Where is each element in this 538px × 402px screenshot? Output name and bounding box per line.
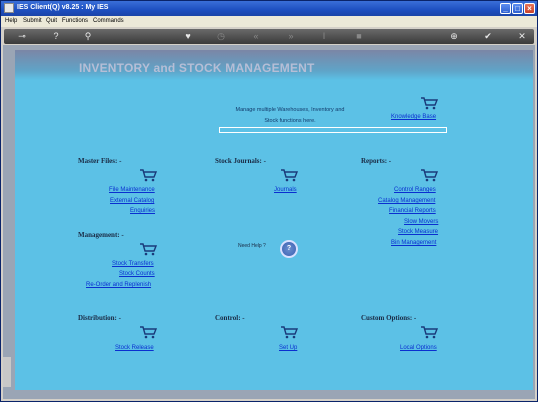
menu-help[interactable]: Help [5,18,17,24]
key-icon[interactable]: ⊸ [12,31,32,42]
title-bar[interactable]: IES Client(Q) v8.25 : My IES _ □ × [1,1,537,16]
stop-icon[interactable]: ■ [353,31,365,42]
section-title-custom-options: Custom Options: - [361,314,417,322]
banner: INVENTORY and STOCK MANAGEMENT [15,50,533,80]
add-icon[interactable]: ⊕ [448,31,460,42]
link-external-catalog[interactable]: External Catalog [110,198,154,204]
side-strip [3,357,11,387]
need-help-label: Need Help ? [238,243,266,249]
intro-line-1: Manage multiple Warehouses, Inventory an… [235,107,345,113]
link-enquiries[interactable]: Enquiries [130,208,155,214]
section-title-distribution: Distribution: - [78,314,121,322]
section-title-reports: Reports: - [361,157,392,165]
menu-bar: Help Submit Quit Functions Commands [1,16,537,27]
link-catalog-management[interactable]: Catalog Management [378,198,435,204]
link-financial-reports[interactable]: Financial Reports [389,208,436,214]
main-panel: INVENTORY and STOCK MANAGEMENT Manage mu… [15,50,533,390]
progress-bar [219,127,447,133]
section-title-master-files: Master Files: - [78,157,122,165]
rewind-icon[interactable]: « [250,31,262,42]
help-icon[interactable]: ? [280,240,298,258]
intro-text: Manage multiple Warehouses, Inventory an… [215,105,365,127]
section-title-control: Control: - [215,314,245,322]
help-icon[interactable]: ? [50,31,62,42]
cart-icon [421,169,438,182]
link-re-order-and-replenish[interactable]: Re-Order and Replenish [86,282,151,288]
toolbar: ⊸ ? ⚲ ♥ ◷ « » I ■ ⊕ ✔ ✕ [4,29,534,44]
cart-icon [140,243,157,256]
link-local-options[interactable]: Local Options [400,345,437,351]
link-stock-counts[interactable]: Stock Counts [119,271,155,277]
link-stock-measure[interactable]: Stock Measure [398,229,438,235]
maximize-button[interactable]: □ [512,3,523,14]
minimize-button[interactable]: _ [500,3,511,14]
link-control-ranges[interactable]: Control Ranges [394,187,436,193]
intro-line-2: Stock functions here. [264,118,316,124]
app-icon [4,3,14,13]
heart-icon[interactable]: ♥ [182,31,194,42]
cart-icon [421,326,438,339]
clock-icon[interactable]: ◷ [215,31,227,42]
menu-submit[interactable]: Submit [23,18,42,24]
close-button[interactable]: × [524,3,535,14]
window-title: IES Client(Q) v8.25 : My IES [17,4,109,11]
link-file-maintenance[interactable]: File Maintenance [109,187,155,193]
section-title-management: Management: - [78,231,124,239]
menu-commands[interactable]: Commands [93,18,124,24]
text-cursor-icon[interactable]: I [318,31,330,42]
app-window: IES Client(Q) v8.25 : My IES _ □ × Help … [0,0,538,402]
cart-icon [281,326,298,339]
menu-quit[interactable]: Quit [46,18,57,24]
link-journals[interactable]: Journals [274,187,297,193]
cart-icon[interactable] [420,96,438,110]
search-icon[interactable]: ⚲ [82,31,94,42]
link-stock-release[interactable]: Stock Release [115,345,154,351]
cart-icon [281,169,298,182]
page-title: INVENTORY and STOCK MANAGEMENT [79,61,315,75]
menu-functions[interactable]: Functions [62,18,88,24]
fast-forward-icon[interactable]: » [285,31,297,42]
cart-icon [140,326,157,339]
cart-icon [140,169,157,182]
knowledge-base-link[interactable]: Knowledge Base [391,114,436,120]
section-title-stock-journals: Stock Journals: - [215,157,266,165]
link-slow-movers[interactable]: Slow Movers [404,219,438,225]
link-bin-management[interactable]: Bin Management [391,240,436,246]
link-stock-transfers[interactable]: Stock Transfers [112,261,154,267]
check-icon[interactable]: ✔ [482,31,494,42]
link-set-up[interactable]: Set Up [279,345,297,351]
close-icon[interactable]: ✕ [516,31,528,42]
